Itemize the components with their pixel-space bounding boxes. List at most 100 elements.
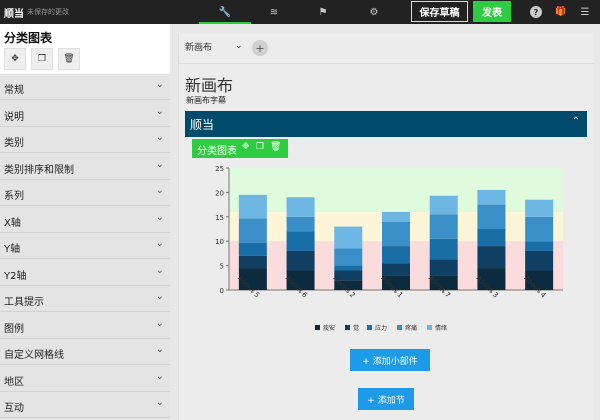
canvas-subtitle[interactable]: 新画布字幕 (186, 95, 226, 106)
sidebar-item[interactable]: 工具提示 ⌄ (0, 286, 170, 312)
legend-label: 应力 (375, 324, 387, 332)
legend-swatch (345, 325, 350, 330)
y-tick-label: 0 (220, 287, 224, 295)
gift-icon[interactable]: 🎁 (553, 4, 569, 20)
chevron-down-icon: ⌄ (155, 397, 164, 408)
chevron-up-icon[interactable]: ⌃ (572, 116, 580, 127)
bar-segment (525, 241, 554, 251)
bar-segment (238, 194, 267, 219)
canvas-title[interactable]: 新画布 (185, 72, 233, 96)
bar-segment (429, 214, 458, 239)
legend-label: 觉 (353, 324, 359, 332)
sidebar-item[interactable]: 互动 ⌄ (0, 392, 170, 418)
database-icon[interactable]: ≋ (266, 4, 282, 20)
sidebar-header: 分类图表 ✥ ❐ 🗑 (0, 24, 170, 74)
section-header[interactable]: 顺当 ⌃ (185, 111, 587, 137)
add-section-button[interactable]: + 添加节 (358, 388, 414, 410)
gear-icon[interactable]: ⚙ (366, 4, 382, 20)
canvas-selector-label: 新画布 (185, 43, 213, 53)
sidebar: 分类图表 ✥ ❐ 🗑 常规 ⌄ 说明 ⌄ 类别 ⌄ 类别排序和限制 ⌄ 系列 ⌄ X轴 ⌄ Y轴 ⌄ Y2轴… (0, 24, 170, 420)
canvas-selector[interactable]: 新画布 ⌄ (185, 40, 249, 58)
unsaved-changes-label: 未保存的更改 (27, 8, 69, 16)
sidebar-item-label: 互动 (4, 403, 24, 414)
legend-label: 疼痛 (405, 324, 417, 332)
y-tick-label: 20 (215, 189, 224, 197)
sidebar-item[interactable]: 系列 ⌄ (0, 180, 170, 206)
legend-label: 痰安 (323, 324, 335, 332)
add-canvas-button[interactable]: + (252, 40, 268, 56)
bar-segment (429, 195, 458, 215)
trash-icon[interactable]: 🗑 (58, 48, 80, 70)
save-draft-button[interactable]: 保存草稿 (411, 1, 468, 22)
chevron-down-icon: ⌄ (155, 132, 164, 143)
divider (178, 63, 594, 64)
sidebar-item[interactable]: Y轴 ⌄ (0, 233, 170, 259)
bar-segment (382, 211, 410, 222)
y-tick-label: 5 (220, 263, 224, 271)
move-icon[interactable]: ✥ (4, 48, 26, 70)
chevron-down-icon: ⌄ (155, 291, 164, 302)
bar-segment (334, 248, 363, 266)
sidebar-item[interactable]: Y2轴 ⌄ (0, 259, 170, 286)
sidebar-item[interactable]: 常规 ⌄ (0, 74, 170, 100)
widget-label: 分类图表 (197, 146, 237, 157)
publish-button[interactable]: 发表 (473, 1, 511, 22)
section-title: 顺当 (190, 118, 215, 132)
top-bar: 顺当 未保存的更改 🔧 ≋ ⚑ ⚙ 保存草稿 发表 ? 🎁 ☰ (0, 0, 600, 24)
y-tick-label: 10 (215, 238, 224, 246)
help-icon[interactable]: ? (530, 6, 542, 18)
bar-segment (525, 250, 554, 271)
chevron-down-icon: ⌄ (155, 211, 164, 223)
legend-swatch (367, 325, 372, 330)
chevron-down-icon: ⌄ (155, 238, 164, 249)
sidebar-item[interactable]: 地区 ⌄ (0, 365, 170, 392)
sidebar-title: 分类图表 (4, 31, 53, 45)
plot-band (229, 168, 563, 212)
bar-segment (477, 204, 506, 229)
bar-segment (429, 259, 458, 276)
add-widget-button[interactable]: + 添加小部件 (350, 349, 430, 371)
bar-segment (334, 265, 363, 271)
chevron-down-icon: ⌄ (155, 317, 164, 329)
bar-segment (382, 221, 410, 247)
bar-segment (525, 216, 554, 242)
trash-icon[interactable]: 🗑 (270, 142, 281, 152)
flag-icon[interactable]: ⚑ (315, 4, 331, 20)
sidebar-item-label: 自定义网格线 (4, 350, 64, 361)
copy-icon[interactable]: ❐ (256, 142, 264, 152)
brand-name: 顺当 (4, 9, 24, 20)
bar-segment (382, 263, 410, 276)
bar-segment (238, 242, 267, 256)
menu-icon[interactable]: ☰ (577, 4, 593, 20)
sidebar-item[interactable]: 类别 ⌄ (0, 127, 170, 153)
chevron-down-icon: ⌄ (155, 105, 164, 117)
legend-swatch (427, 325, 432, 330)
sidebar-item-label: 常规 (4, 85, 24, 96)
y-tick-label: 15 (215, 214, 224, 222)
wrench-icon[interactable]: 🔧 (217, 4, 233, 20)
bar-segment (238, 255, 267, 269)
sidebar-item[interactable]: X轴 ⌄ (0, 206, 170, 233)
sidebar-item-label: 图例 (4, 323, 24, 335)
sidebar-item[interactable]: 类别排序和限制 ⌄ (0, 153, 170, 180)
sidebar-item-label: 系列 (4, 191, 24, 202)
legend-swatch (397, 325, 402, 330)
sidebar-item-label: Y2轴 (4, 270, 27, 282)
legend-swatch (315, 325, 320, 330)
chevron-down-icon: ⌄ (155, 370, 164, 382)
sidebar-item-label: 类别排序和限制 (4, 164, 74, 176)
sidebar-item[interactable]: 说明 ⌄ (0, 100, 170, 127)
bar-segment (477, 229, 506, 247)
bar-segment (477, 246, 506, 269)
sidebar-item[interactable]: 图例 ⌄ (0, 312, 170, 339)
widget-tag[interactable]: 分类图表 ✥ ❐ 🗑 (192, 139, 288, 158)
sidebar-item[interactable]: 自定义网格线 ⌄ (0, 339, 170, 365)
copy-icon[interactable]: ❐ (31, 48, 53, 70)
bar-segment (525, 199, 554, 217)
y-tick-label: 25 (215, 165, 224, 173)
move-icon[interactable]: ✥ (242, 142, 250, 152)
active-tab-indicator (199, 22, 251, 24)
sidebar-item-label: X轴 (4, 217, 21, 229)
chevron-down-icon: ⌄ (155, 185, 164, 196)
bar-segment (477, 189, 506, 205)
